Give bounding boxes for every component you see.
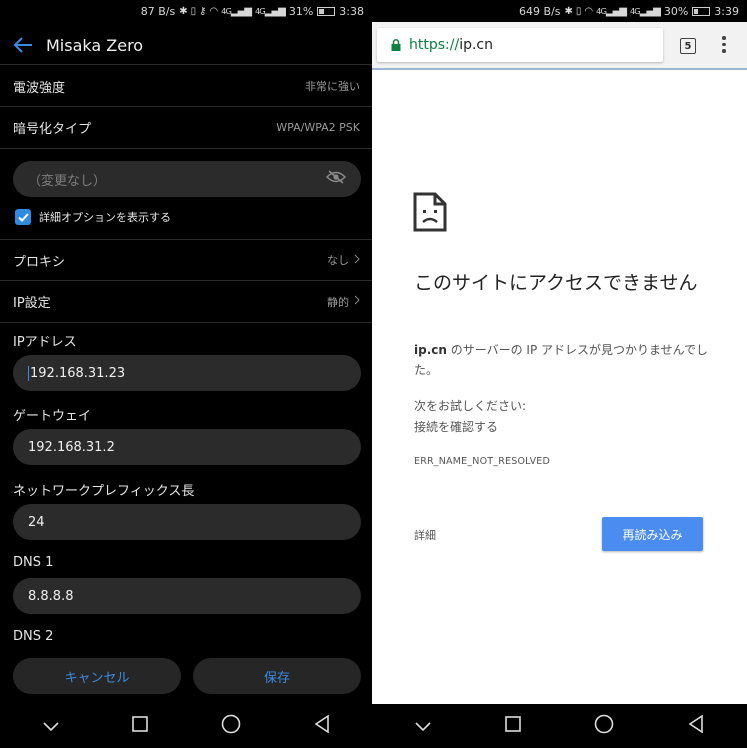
chevron-down-icon[interactable] bbox=[42, 717, 59, 736]
cancel-button[interactable]: キャンセル bbox=[13, 658, 181, 694]
home-circle-icon[interactable] bbox=[221, 714, 241, 738]
sad-document-icon bbox=[413, 192, 447, 236]
net-speed: 87 B/s bbox=[140, 4, 176, 18]
chevron-right-icon bbox=[354, 295, 360, 308]
url-host: ip.cn bbox=[459, 37, 493, 53]
vibrate-icon: ▯ bbox=[190, 5, 196, 17]
prefix-length-label: ネットワークプレフィックス長 bbox=[13, 484, 195, 499]
chevron-right-icon bbox=[354, 254, 360, 267]
battery-icon bbox=[317, 6, 336, 16]
chevron-down-icon[interactable] bbox=[415, 717, 431, 736]
wifi-icon: ◠ bbox=[584, 5, 593, 17]
net-speed: 649 B/s bbox=[519, 4, 561, 18]
battery-percent: 30% bbox=[663, 4, 689, 18]
system-nav-bar bbox=[372, 704, 747, 748]
wifi-icon: ◠ bbox=[209, 5, 218, 17]
ip-address-label: IPアドレス bbox=[13, 335, 77, 350]
ip-settings-row[interactable]: IP設定 静的 bbox=[0, 281, 372, 322]
advanced-options-checkbox[interactable]: 詳細オプションを表示する bbox=[15, 209, 171, 225]
dns1-input[interactable]: 8.8.8.8 bbox=[13, 578, 361, 614]
error-code: ERR_NAME_NOT_RESOLVED bbox=[414, 456, 551, 467]
back-triangle-icon[interactable] bbox=[314, 714, 330, 737]
signal-strength-value: 非常に強い bbox=[305, 80, 360, 93]
status-bar: 649 B/s ✱ ▯ ◠ 4G▂▄▆ 4G▂▄▆ 30% 3:39 bbox=[372, 0, 747, 22]
eye-off-icon[interactable] bbox=[325, 170, 347, 188]
clock: 3:39 bbox=[714, 4, 739, 18]
recents-square-icon[interactable] bbox=[131, 716, 148, 736]
save-button[interactable]: 保存 bbox=[193, 658, 361, 694]
password-field[interactable]: （変更なし） bbox=[13, 161, 361, 197]
system-nav-bar bbox=[0, 704, 372, 748]
proxy-row[interactable]: プロキシ なし bbox=[0, 240, 372, 280]
error-title: このサイトにアクセスできません bbox=[414, 272, 698, 294]
clock: 3:38 bbox=[339, 4, 364, 18]
error-description: ip.cn のサーバーの IP アドレスが見つかりませんでした。 bbox=[414, 340, 709, 380]
battery-icon bbox=[692, 6, 711, 16]
recents-square-icon[interactable] bbox=[504, 716, 521, 736]
suggestions: 次をお試しください: 接続を確認する bbox=[414, 396, 526, 438]
network-name-title: Misaka Zero bbox=[46, 35, 144, 55]
overflow-menu-icon[interactable] bbox=[720, 36, 728, 53]
error-host: ip.cn bbox=[414, 343, 447, 357]
address-bar[interactable]: https://ip.cn bbox=[377, 28, 663, 62]
signal-icon-2: 4G▂▄▆ bbox=[630, 5, 661, 17]
gateway-label: ゲートウェイ bbox=[13, 409, 92, 424]
app-header: Misaka Zero bbox=[0, 26, 372, 64]
dns2-label: DNS 2 bbox=[13, 629, 54, 644]
signal-strength-row: 電波強度 非常に強い bbox=[0, 66, 372, 106]
back-triangle-icon[interactable] bbox=[688, 714, 704, 737]
reload-button[interactable]: 再読み込み bbox=[602, 517, 703, 551]
checkmark-icon[interactable] bbox=[15, 209, 31, 225]
back-arrow-icon[interactable] bbox=[0, 37, 46, 53]
proxy-label: プロキシ bbox=[13, 254, 66, 270]
dns1-value: 8.8.8.8 bbox=[28, 588, 74, 604]
ip-address-value: 192.168.31.23 bbox=[28, 365, 126, 381]
lock-icon bbox=[391, 36, 401, 55]
ip-settings-label: IP設定 bbox=[13, 296, 51, 311]
tab-switcher-button[interactable]: 5 bbox=[680, 38, 696, 54]
signal-icon-1: 4G▂▄▆ bbox=[221, 5, 252, 17]
advanced-options-label: 詳細オプションを表示する bbox=[39, 211, 171, 224]
browser-screen: 649 B/s ✱ ▯ ◠ 4G▂▄▆ 4G▂▄▆ 30% 3:39 https… bbox=[372, 0, 747, 748]
prefix-length-value: 24 bbox=[28, 514, 45, 530]
signal-icon-2: 4G▂▄▆ bbox=[255, 5, 286, 17]
gateway-value: 192.168.31.2 bbox=[28, 439, 115, 455]
signal-strength-label: 電波強度 bbox=[13, 80, 66, 96]
ip-address-input[interactable]: 192.168.31.23 bbox=[13, 355, 361, 391]
signal-icon-1: 4G▂▄▆ bbox=[596, 5, 627, 17]
status-bar: 87 B/s ✱ ▯ ⚷ ◠ 4G▂▄▆ 4G▂▄▆ 31% 3:38 bbox=[0, 0, 372, 22]
vibrate-icon: ▯ bbox=[575, 5, 581, 17]
bluetooth-icon: ✱ bbox=[564, 5, 573, 17]
ip-settings-value: 静的 bbox=[327, 295, 349, 309]
url-scheme: https:// bbox=[409, 37, 460, 53]
wifi-settings-screen: 87 B/s ✱ ▯ ⚷ ◠ 4G▂▄▆ 4G▂▄▆ 31% 3:38 Misa… bbox=[0, 0, 372, 748]
suggestion-item: 接続を確認する bbox=[414, 420, 499, 434]
password-placeholder: （変更なし） bbox=[28, 173, 107, 189]
home-circle-icon[interactable] bbox=[594, 714, 614, 738]
details-button[interactable]: 詳細 bbox=[414, 527, 436, 543]
gateway-input[interactable]: 192.168.31.2 bbox=[13, 429, 361, 465]
prefix-length-input[interactable]: 24 bbox=[13, 504, 361, 540]
suggestions-heading: 次をお試しください: bbox=[414, 399, 527, 413]
dns1-label: DNS 1 bbox=[13, 555, 54, 570]
security-type-label: 暗号化タイプ bbox=[13, 122, 92, 137]
security-type-value: WPA/WPA2 PSK bbox=[276, 121, 360, 134]
security-type-row: 暗号化タイプ WPA/WPA2 PSK bbox=[0, 107, 372, 148]
battery-percent: 31% bbox=[288, 4, 314, 18]
proxy-value: なし bbox=[327, 254, 349, 267]
key-icon: ⚷ bbox=[199, 5, 206, 17]
bluetooth-icon: ✱ bbox=[179, 5, 187, 17]
error-description-text: のサーバーの IP アドレスが見つかりませんでした。 bbox=[414, 343, 709, 377]
browser-toolbar: https://ip.cn 5 bbox=[372, 22, 747, 70]
